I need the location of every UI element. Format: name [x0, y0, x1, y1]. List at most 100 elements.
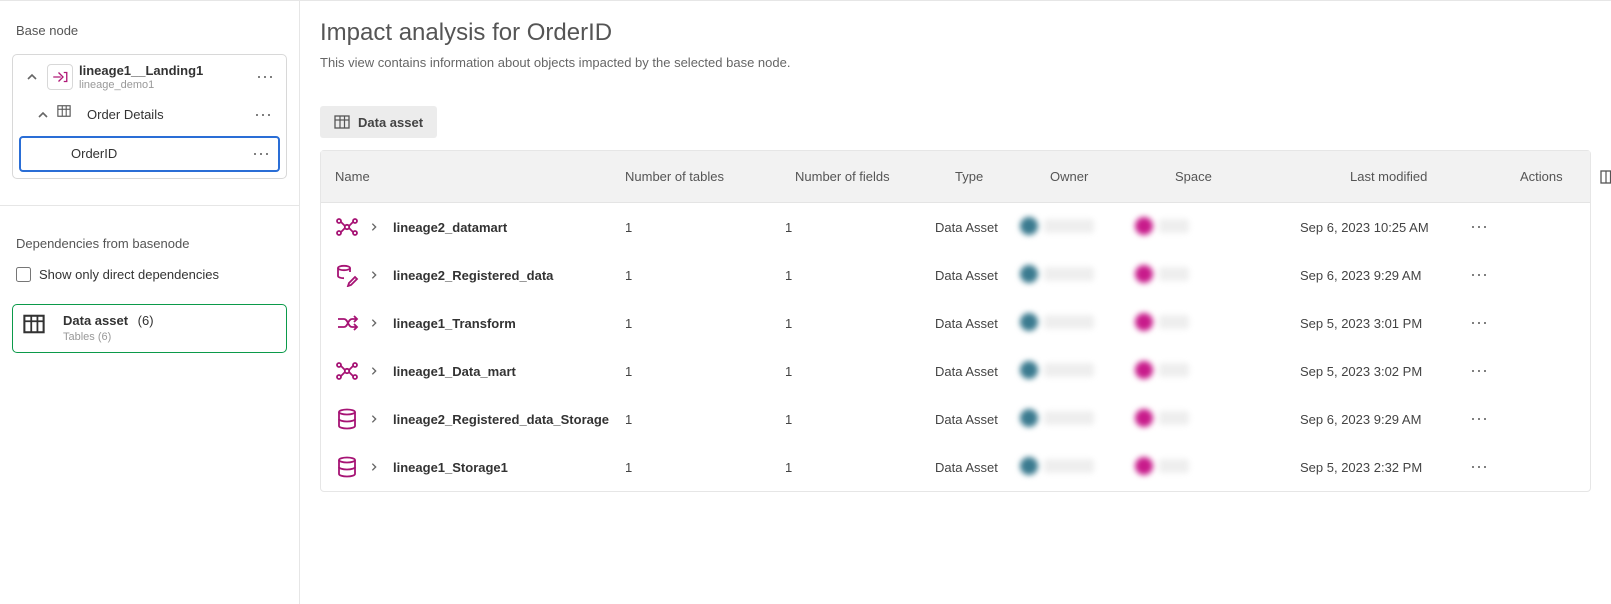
cell-space	[1125, 457, 1290, 478]
base-node-label: Base node	[16, 23, 287, 38]
sidebar: Base node lineage1__Landing1 lineage_dem…	[0, 1, 300, 604]
base-node-row[interactable]: lineage1__Landing1 lineage_demo1 ⋯	[19, 61, 280, 94]
cell-tables: 1	[615, 316, 775, 331]
direct-deps-label: Show only direct dependencies	[39, 267, 219, 282]
row-more-icon[interactable]: ⋯	[1450, 457, 1530, 478]
row-more-icon[interactable]: ⋯	[1450, 313, 1530, 334]
edit-db-icon	[335, 263, 359, 287]
col-type[interactable]: Type	[955, 169, 1040, 184]
base-node-sub: lineage_demo1	[79, 79, 248, 92]
dependencies-label: Dependencies from basenode	[16, 236, 287, 251]
row-more-icon[interactable]: ⋯	[1450, 361, 1530, 382]
cell-fields: 1	[775, 460, 925, 475]
cell-space	[1125, 361, 1290, 382]
cell-fields: 1	[775, 364, 925, 379]
cell-modified: Sep 5, 2023 2:32 PM	[1290, 460, 1450, 475]
col-space[interactable]: Space	[1175, 169, 1340, 184]
chevron-right-icon[interactable]	[369, 414, 383, 424]
direct-deps-checkbox[interactable]	[16, 267, 31, 282]
cell-type: Data Asset	[925, 220, 1010, 235]
page-title: Impact analysis for OrderID	[320, 19, 1591, 47]
table-row[interactable]: lineage1_Transform 1 1 Data Asset Sep 5,…	[321, 299, 1590, 347]
table-row[interactable]: lineage2_Registered_data 1 1 Data Asset …	[321, 251, 1590, 299]
data-asset-icon	[334, 114, 350, 130]
table-row[interactable]: lineage2_datamart 1 1 Data Asset Sep 6, …	[321, 203, 1590, 251]
asset-name: lineage1_Storage1	[393, 460, 508, 475]
cell-modified: Sep 5, 2023 3:01 PM	[1290, 316, 1450, 331]
table-header: Name Number of tables Number of fields T…	[321, 151, 1590, 203]
chevron-right-icon[interactable]	[369, 318, 383, 328]
table-row[interactable]: lineage1_Storage1 1 1 Data Asset Sep 5, …	[321, 443, 1590, 491]
chevron-up-icon[interactable]	[23, 68, 41, 86]
filter-count: (6)	[138, 313, 154, 328]
storage-icon	[335, 407, 359, 431]
cell-type: Data Asset	[925, 460, 1010, 475]
cell-space	[1125, 265, 1290, 286]
row-more-icon[interactable]: ⋯	[1450, 265, 1530, 286]
table-row[interactable]: lineage1_Data_mart 1 1 Data Asset Sep 5,…	[321, 347, 1590, 395]
cell-space	[1125, 217, 1290, 238]
chevron-right-icon[interactable]	[369, 462, 383, 472]
col-owner[interactable]: Owner	[1050, 169, 1165, 184]
filter-card-data-asset[interactable]: Data asset (6) Tables (6)	[12, 304, 287, 353]
cell-modified: Sep 6, 2023 9:29 AM	[1290, 412, 1450, 427]
row-more-icon[interactable]: ⋯	[1450, 409, 1530, 430]
asset-name: lineage1_Transform	[393, 316, 516, 331]
col-fields[interactable]: Number of fields	[795, 169, 945, 184]
data-asset-icon	[23, 313, 53, 343]
cell-tables: 1	[615, 412, 775, 427]
filter-title: Data asset	[63, 313, 128, 328]
row-more-icon[interactable]: ⋯	[1450, 217, 1530, 238]
transform-icon	[335, 311, 359, 335]
cell-tables: 1	[615, 220, 775, 235]
direct-deps-checkbox-row[interactable]: Show only direct dependencies	[12, 267, 287, 282]
divider	[0, 205, 299, 206]
results-table: Name Number of tables Number of fields T…	[320, 150, 1591, 492]
hub-icon	[335, 359, 359, 383]
chevron-right-icon[interactable]	[369, 270, 383, 280]
table-row[interactable]: lineage2_Registered_data_Storage 1 1 Dat…	[321, 395, 1590, 443]
base-node-card: lineage1__Landing1 lineage_demo1 ⋯ Order…	[12, 54, 287, 179]
cell-modified: Sep 5, 2023 3:02 PM	[1290, 364, 1450, 379]
chevron-right-icon[interactable]	[369, 366, 383, 376]
child-label: Order Details	[87, 107, 244, 122]
page-desc: This view contains information about obj…	[320, 55, 1591, 70]
base-node-title: lineage1__Landing1	[79, 63, 248, 79]
cell-fields: 1	[775, 316, 925, 331]
cell-owner	[1010, 265, 1125, 286]
cell-tables: 1	[615, 460, 775, 475]
cell-fields: 1	[775, 220, 925, 235]
cell-owner	[1010, 409, 1125, 430]
hub-icon	[335, 215, 359, 239]
cell-modified: Sep 6, 2023 10:25 AM	[1290, 220, 1450, 235]
cell-owner	[1010, 217, 1125, 238]
cell-type: Data Asset	[925, 316, 1010, 331]
child-row-order-details[interactable]: Order Details ⋯	[19, 98, 280, 132]
filter-sub: Tables (6)	[63, 330, 154, 344]
col-actions[interactable]: Actions	[1520, 169, 1600, 184]
asset-name: lineage2_datamart	[393, 220, 507, 235]
cell-tables: 1	[615, 268, 775, 283]
cell-owner	[1010, 361, 1125, 382]
chevron-up-icon[interactable]	[37, 109, 49, 121]
col-modified[interactable]: Last modified	[1350, 169, 1510, 184]
asset-name: lineage2_Registered_data_Storage	[393, 412, 609, 427]
chip-data-asset[interactable]: Data asset	[320, 106, 437, 138]
col-tables[interactable]: Number of tables	[625, 169, 785, 184]
leaf-label: OrderID	[71, 146, 117, 161]
cell-space	[1125, 313, 1290, 334]
chip-label: Data asset	[358, 115, 423, 130]
cell-type: Data Asset	[925, 364, 1010, 379]
col-name[interactable]: Name	[335, 169, 615, 184]
cell-tables: 1	[615, 364, 775, 379]
cell-owner	[1010, 313, 1125, 334]
cell-owner	[1010, 457, 1125, 478]
cell-fields: 1	[775, 412, 925, 427]
storage-icon	[335, 455, 359, 479]
cell-type: Data Asset	[925, 412, 1010, 427]
asset-name: lineage1_Data_mart	[393, 364, 516, 379]
leaf-row-orderid[interactable]: OrderID ⋯	[19, 136, 280, 172]
asset-name: lineage2_Registered_data	[393, 268, 553, 283]
chevron-right-icon[interactable]	[369, 222, 383, 232]
column-settings-icon[interactable]	[1600, 169, 1611, 185]
